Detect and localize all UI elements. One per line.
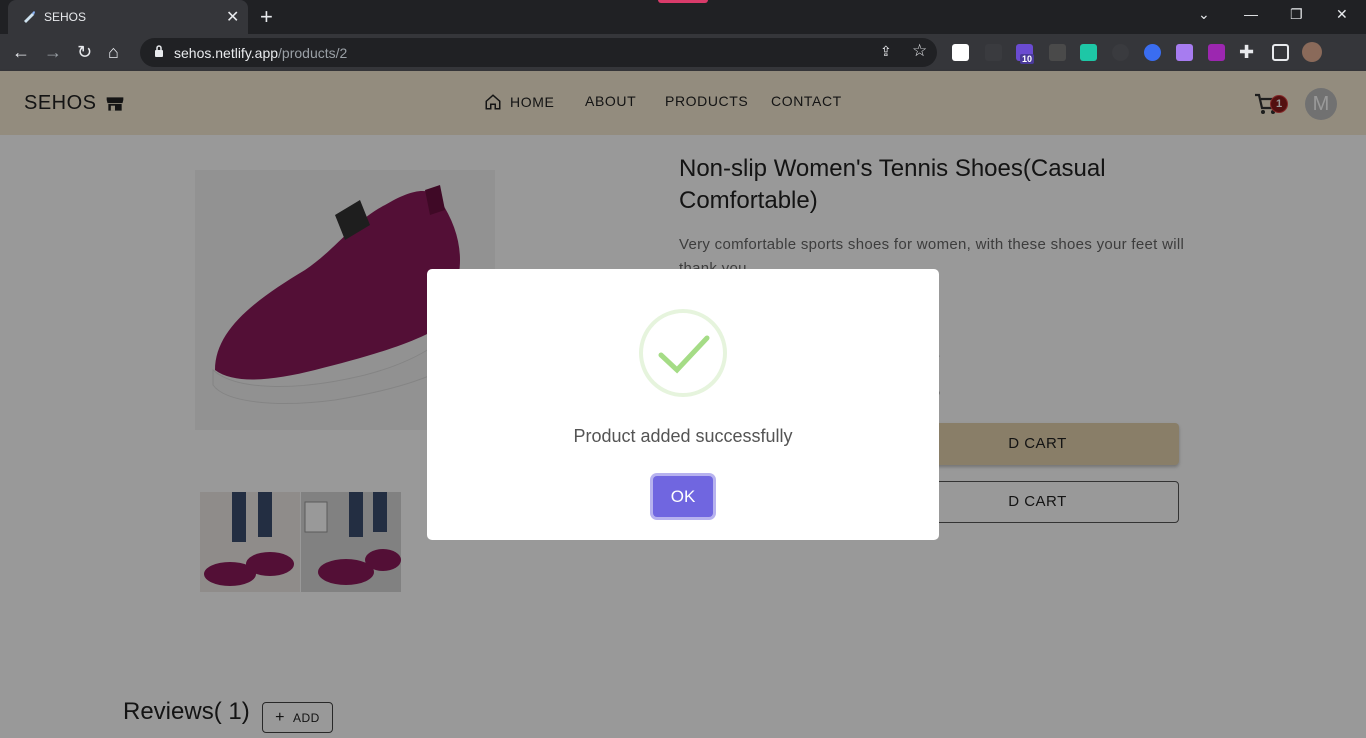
tab-search-icon[interactable]: ⌄ xyxy=(1198,6,1210,23)
new-tab-icon[interactable]: + xyxy=(260,4,273,30)
minimize-icon[interactable]: — xyxy=(1244,6,1258,22)
address-bar[interactable]: sehos.netlify.app/products/2 ⇪ ☆ xyxy=(140,38,937,67)
close-window-icon[interactable]: ✕ xyxy=(1336,6,1348,23)
tab-title: SEHOS xyxy=(44,10,87,24)
success-dialog: Product added successfully OK xyxy=(427,269,939,540)
bookmark-star-icon[interactable]: ☆ xyxy=(912,41,927,61)
profile-avatar-icon[interactable] xyxy=(1302,42,1322,62)
extension-green-icon[interactable] xyxy=(1080,44,1097,61)
ok-button[interactable]: OK xyxy=(653,476,713,517)
url-host: sehos.netlify.app xyxy=(174,45,279,61)
restore-icon[interactable]: ❐ xyxy=(1290,6,1303,23)
extension-badge: 10 xyxy=(1020,54,1035,64)
url-path: /products/2 xyxy=(278,45,348,61)
share-icon[interactable]: ⇪ xyxy=(880,43,892,60)
extension-pen-icon[interactable] xyxy=(1049,44,1066,61)
recording-indicator xyxy=(658,0,708,3)
back-icon[interactable]: ← xyxy=(12,42,30,62)
extension-play-icon[interactable] xyxy=(1208,44,1225,61)
extension-ring-icon[interactable] xyxy=(1112,44,1129,61)
extension-violet-icon[interactable] xyxy=(1176,44,1193,61)
dialog-message: Product added successfully xyxy=(573,426,793,446)
success-check-icon xyxy=(639,309,727,397)
extension-b-icon[interactable] xyxy=(952,44,969,61)
forward-icon[interactable]: → xyxy=(44,42,62,62)
lock-icon xyxy=(155,45,163,57)
url-text: sehos.netlify.app/products/2 xyxy=(174,45,347,61)
side-panel-icon[interactable] xyxy=(1272,44,1289,61)
home-icon[interactable]: ⌂ xyxy=(108,42,119,62)
browser-tab[interactable]: SEHOS ✕ xyxy=(8,0,248,34)
extension-brackets-icon[interactable] xyxy=(985,44,1002,61)
extensions-puzzle-icon[interactable]: ✚ xyxy=(1239,42,1254,62)
close-tab-icon[interactable]: ✕ xyxy=(226,7,239,27)
tab-favicon-icon xyxy=(24,11,35,23)
browser-toolbar: ← → ↻ ⌂ sehos.netlify.app/products/2 ⇪ ☆… xyxy=(0,34,1366,71)
browser-tab-bar: SEHOS ✕ + ⌄ — ❐ ✕ xyxy=(0,0,1366,34)
extension-blue-icon[interactable] xyxy=(1144,44,1161,61)
reload-icon[interactable]: ↻ xyxy=(77,42,92,62)
